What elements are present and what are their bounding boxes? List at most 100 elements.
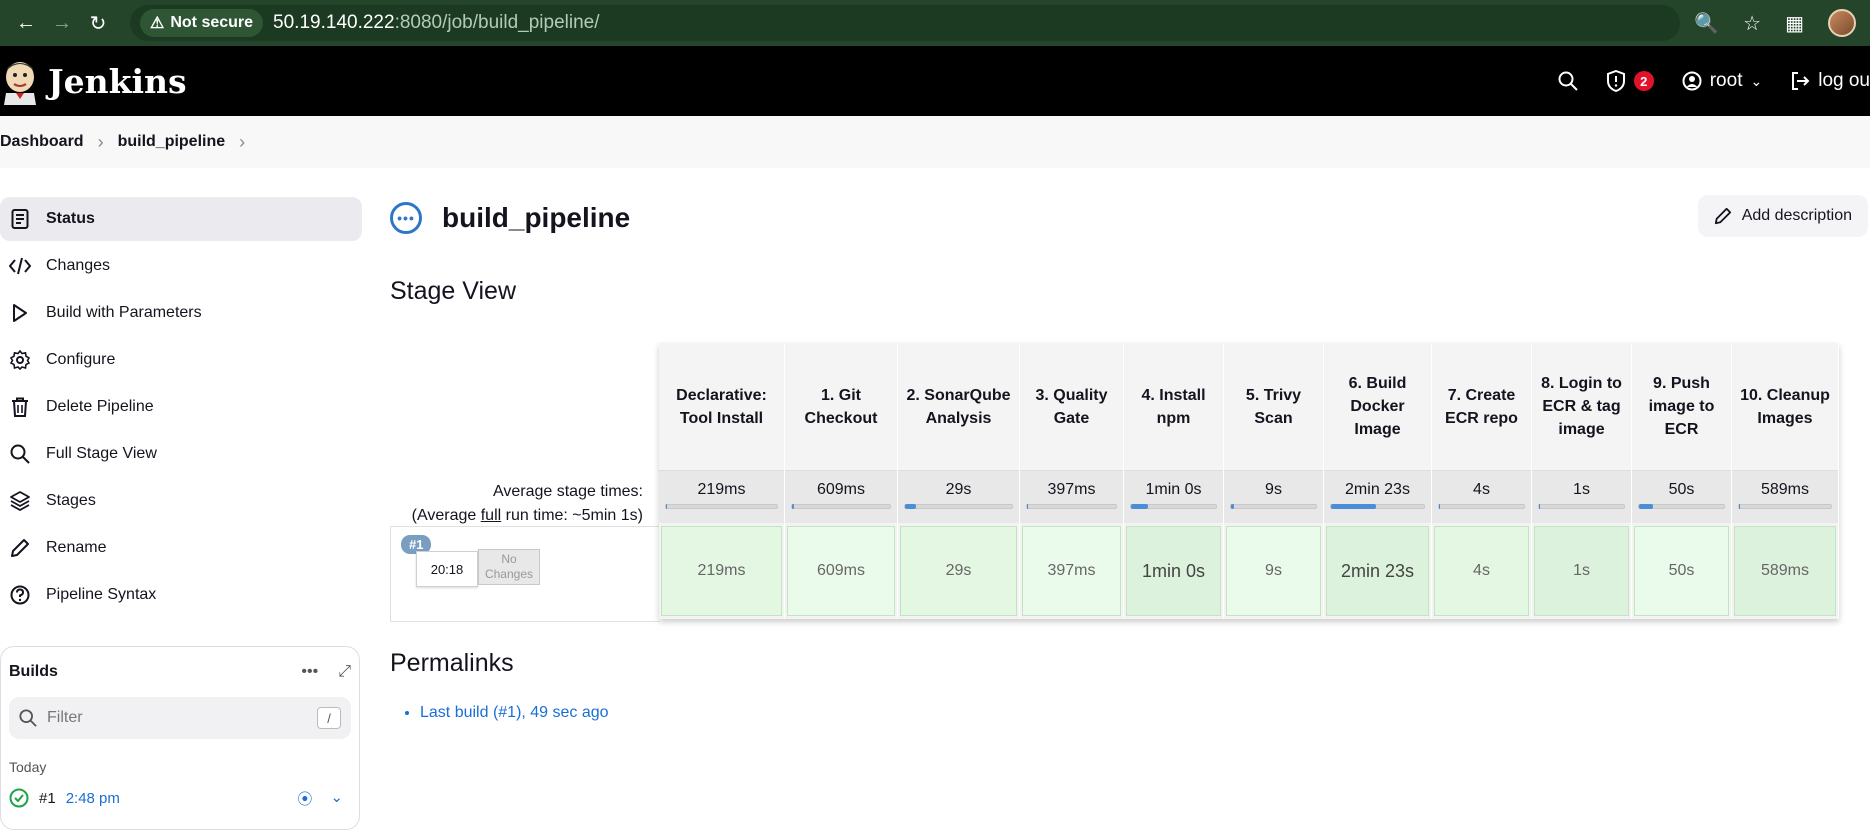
more-options-icon[interactable]: ••• bbox=[301, 663, 318, 681]
add-description-label: Add description bbox=[1741, 207, 1852, 224]
stage-run-cell[interactable]: 9s bbox=[1224, 523, 1323, 619]
build-time[interactable]: 2:48 pm bbox=[66, 790, 120, 807]
stage-run-duration[interactable]: 50s bbox=[1634, 526, 1729, 616]
stage-run-duration[interactable]: 219ms bbox=[661, 526, 782, 616]
sidebar-item-changes[interactable]: Changes bbox=[0, 244, 362, 288]
stage-average: 29s bbox=[898, 471, 1019, 523]
stage-run-cell[interactable]: 29s bbox=[898, 523, 1019, 619]
permalink-last-build[interactable]: Last build (#1), 49 sec ago bbox=[420, 704, 609, 722]
build-entry[interactable]: #1 2:48 pm ⦿ ⌄ bbox=[9, 783, 351, 813]
address-bar[interactable]: ⚠ Not secure 50.19.140.222:8080/job/buil… bbox=[130, 5, 1680, 41]
sidebar-item-configure[interactable]: Configure bbox=[0, 338, 362, 382]
sidebar-item-build-with-parameters[interactable]: Build with Parameters bbox=[0, 291, 362, 335]
search-button[interactable] bbox=[1558, 71, 1578, 91]
average-stage-times-label: Average stage times: (Average full run t… bbox=[390, 480, 643, 528]
stage-run-duration[interactable]: 589ms bbox=[1734, 526, 1836, 616]
chevron-right-icon: › bbox=[97, 131, 104, 152]
stage-column: 9. Push image to ECR 50s 50s bbox=[1632, 343, 1732, 619]
stage-run-duration[interactable]: 1s bbox=[1534, 526, 1629, 616]
sidebar-item-pipeline-syntax[interactable]: Pipeline Syntax bbox=[0, 573, 362, 617]
run-row-header: #1 20:18 No Changes bbox=[390, 526, 660, 622]
avg-full-word: full bbox=[480, 507, 502, 524]
url-path: :8080/job/build_pipeline/ bbox=[394, 12, 600, 33]
stage-duration-bar bbox=[1330, 504, 1425, 509]
stage-run-cell[interactable]: 1s bbox=[1532, 523, 1631, 619]
expand-icon[interactable]: ⤢ bbox=[338, 663, 351, 681]
stage-duration-fill bbox=[1131, 504, 1148, 509]
sidebar-item-full-stage-view[interactable]: Full Stage View bbox=[0, 432, 362, 476]
build-number[interactable]: #1 bbox=[39, 790, 56, 807]
builds-title: Builds bbox=[9, 663, 58, 680]
chevron-down-icon[interactable]: ⌄ bbox=[330, 788, 343, 809]
gear-icon bbox=[8, 348, 32, 372]
stage-average: 4s bbox=[1432, 471, 1531, 523]
logout-label: log ou bbox=[1818, 70, 1870, 91]
add-description-button[interactable]: Add description bbox=[1697, 195, 1868, 237]
jenkins-logo[interactable]: Jenkins bbox=[0, 57, 187, 105]
stage-run-duration[interactable]: 1min 0s bbox=[1126, 526, 1221, 616]
user-name: root bbox=[1709, 70, 1743, 91]
stage-column: 4. Install npm 1min 0s 1min 0s bbox=[1124, 343, 1224, 619]
run-changes[interactable]: No Changes bbox=[478, 549, 540, 585]
url-host: 50.19.140.222 bbox=[273, 12, 395, 33]
builds-panel: Builds ••• ⤢ Filter / Today #1 2:48 pm ⦿… bbox=[0, 646, 360, 830]
zoom-icon[interactable]: 🔍 bbox=[1694, 11, 1719, 36]
chevron-right-icon[interactable]: › bbox=[239, 132, 245, 153]
stage-header: 2. SonarQube Analysis bbox=[898, 343, 1019, 471]
sidebar: Status Changes Build with Parameters Con… bbox=[0, 197, 362, 620]
stage-run-cell[interactable]: 1min 0s bbox=[1124, 523, 1223, 619]
stage-run-cell[interactable]: 397ms bbox=[1020, 523, 1123, 619]
stage-run-cell[interactable]: 4s bbox=[1432, 523, 1531, 619]
breadcrumb-dashboard[interactable]: Dashboard bbox=[0, 133, 84, 151]
stage-header: Declarative: Tool Install bbox=[659, 343, 784, 471]
stage-run-cell[interactable]: 219ms bbox=[659, 523, 784, 619]
stage-run-cell[interactable]: 589ms bbox=[1732, 523, 1838, 619]
bookmark-star-icon[interactable]: ☆ bbox=[1743, 11, 1761, 36]
stage-run-duration[interactable]: 397ms bbox=[1022, 526, 1121, 616]
sidebar-item-stages[interactable]: Stages bbox=[0, 479, 362, 523]
reload-icon[interactable]: ↻ bbox=[80, 5, 116, 41]
stage-run-duration[interactable]: 9s bbox=[1226, 526, 1321, 616]
help-icon bbox=[8, 583, 32, 607]
back-icon[interactable]: ← bbox=[8, 5, 44, 41]
search-icon bbox=[19, 709, 37, 727]
builds-group-label: Today bbox=[9, 759, 47, 775]
in-progress-status-icon: ••• bbox=[390, 202, 422, 234]
stage-run-cell[interactable]: 2min 23s bbox=[1324, 523, 1431, 619]
stage-average-time: 29s bbox=[945, 481, 972, 498]
stage-average: 609ms bbox=[785, 471, 897, 523]
stage-duration-bar bbox=[791, 504, 891, 509]
forward-icon[interactable]: → bbox=[44, 5, 80, 41]
sidebar-item-status[interactable]: Status bbox=[0, 197, 362, 241]
logout-button[interactable]: log ou bbox=[1790, 70, 1870, 92]
stage-average-time: 1min 0s bbox=[1145, 481, 1202, 498]
stage-column: 2. SonarQube Analysis 29s 29s bbox=[898, 343, 1020, 619]
user-menu[interactable]: root ⌄ bbox=[1682, 70, 1762, 92]
sidebar-item-delete-pipeline[interactable]: Delete Pipeline bbox=[0, 385, 362, 429]
breadcrumb: Dashboard › build_pipeline › bbox=[0, 116, 1870, 168]
stage-column: 7. Create ECR repo 4s 4s bbox=[1432, 343, 1532, 619]
stage-run-cell[interactable]: 50s bbox=[1632, 523, 1731, 619]
search-icon bbox=[1558, 71, 1578, 91]
stage-run-duration[interactable]: 29s bbox=[900, 526, 1017, 616]
console-output-icon[interactable]: ⦿ bbox=[297, 788, 312, 809]
shield-icon bbox=[1606, 70, 1625, 92]
profile-avatar[interactable] bbox=[1828, 9, 1856, 37]
stage-run-duration[interactable]: 2min 23s bbox=[1326, 526, 1429, 616]
stage-duration-fill bbox=[1739, 504, 1740, 509]
breadcrumb-build-pipeline[interactable]: build_pipeline bbox=[118, 133, 226, 151]
stage-duration-fill bbox=[792, 504, 794, 509]
builds-filter-input[interactable]: Filter / bbox=[9, 697, 351, 739]
stage-run-duration[interactable]: 609ms bbox=[787, 526, 895, 616]
sidebar-item-rename[interactable]: Rename bbox=[0, 526, 362, 570]
security-alerts-button[interactable]: 2 bbox=[1606, 70, 1654, 92]
trash-icon bbox=[8, 395, 32, 419]
stage-average-time: 2min 23s bbox=[1345, 481, 1410, 498]
logout-icon bbox=[1792, 72, 1810, 90]
extensions-icon[interactable]: ▦ bbox=[1785, 11, 1804, 36]
stage-duration-fill bbox=[905, 504, 916, 509]
permalinks-title: Permalinks bbox=[390, 649, 514, 677]
stage-run-duration[interactable]: 4s bbox=[1434, 526, 1529, 616]
security-indicator[interactable]: ⚠ Not secure bbox=[140, 9, 264, 37]
stage-run-cell[interactable]: 609ms bbox=[785, 523, 897, 619]
